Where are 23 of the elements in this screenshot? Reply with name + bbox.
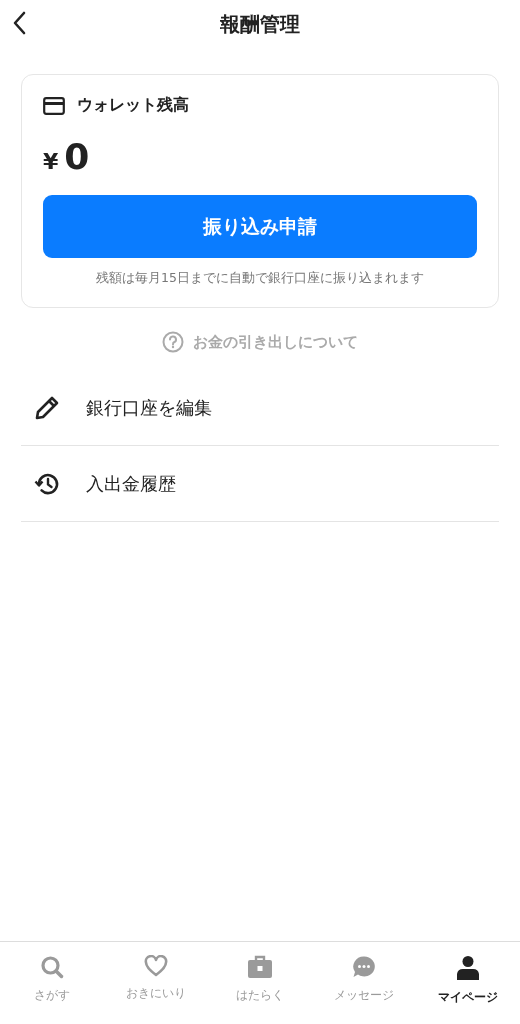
help-icon: [162, 331, 184, 353]
currency-symbol: ¥: [43, 149, 59, 174]
wallet-label: ウォレット残高: [77, 95, 189, 116]
card-icon: [43, 96, 65, 115]
tab-item[interactable]: メッセージ: [312, 942, 416, 1024]
person-icon: [456, 955, 480, 981]
withdrawal-help-link[interactable]: お金の引き出しについて: [193, 332, 358, 352]
chat-icon: [352, 955, 376, 979]
search-icon: [40, 955, 64, 979]
transfer-request-button[interactable]: 振り込み申請: [43, 195, 477, 258]
tab-item[interactable]: マイページ: [416, 942, 520, 1024]
tab-item[interactable]: さがす: [0, 942, 104, 1024]
transfer-note: 残額は毎月15日までに自動で銀行口座に振り込まれます: [95, 270, 425, 287]
menu-item[interactable]: 銀行口座を編集: [21, 370, 499, 446]
menu-item[interactable]: 入出金履歴: [21, 446, 499, 522]
page-title: 報酬管理: [220, 10, 300, 38]
tab-item[interactable]: おきにいり: [104, 942, 208, 1024]
balance-amount: 0: [64, 136, 90, 177]
back-icon[interactable]: [12, 11, 26, 35]
heart-icon: [144, 955, 168, 977]
pencil-icon: [34, 394, 60, 421]
briefcase-icon: [247, 955, 273, 979]
tab-item[interactable]: はたらく: [208, 942, 312, 1024]
